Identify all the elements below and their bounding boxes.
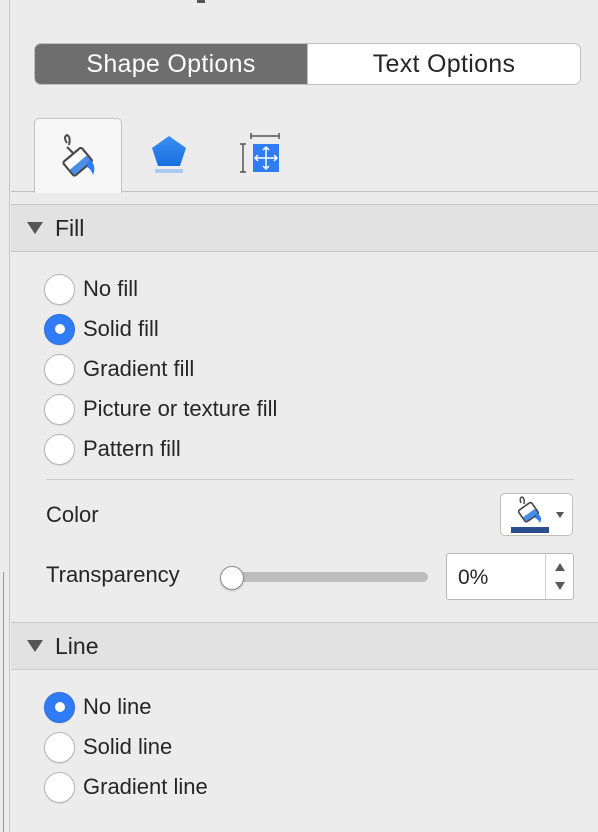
radio-no-line[interactable]: No line [44,691,151,723]
fill-section-header[interactable]: Fill [11,204,598,252]
radio-button[interactable] [44,353,75,385]
radio-label: Pattern fill [83,436,181,461]
radio-label: Picture or texture fill [83,396,278,421]
format-shape-pane: Shape Options Text Options Fill No fill … [11,0,598,832]
radio-label: Gradient fill [83,356,195,381]
edge-divider [3,572,4,832]
radio-picture-texture-fill[interactable]: Picture or texture fill [44,393,277,425]
paint-bucket-icon [511,495,549,533]
fill-color-picker[interactable] [500,493,573,536]
radio-label: No line [83,694,152,719]
radio-gradient-line[interactable]: Gradient line [44,771,208,803]
radio-label: Solid line [83,734,173,759]
section-divider [46,479,574,480]
transparency-stepper[interactable]: 0% [446,553,574,600]
radio-gradient-fill[interactable]: Gradient fill [44,353,194,385]
color-swatch [511,526,549,533]
chevron-down-icon [556,512,564,518]
radio-button[interactable] [44,313,75,345]
left-edge-strip [0,0,10,832]
tab-fill-line[interactable] [34,118,122,193]
color-label: Color [46,502,99,527]
increment-arrow-icon[interactable] [555,563,565,571]
radio-solid-fill[interactable]: Solid fill [44,313,159,345]
line-section-header[interactable]: Line [11,622,598,670]
clipped-title-fragment [197,0,205,3]
fill-section-title: Fill [55,214,85,241]
shape-options-icon-tabs [11,118,598,193]
paint-bucket-icon [62,133,95,177]
size-position-icon [240,133,280,173]
stepper-arrows[interactable] [545,554,573,599]
disclosure-triangle-icon [27,222,43,234]
disclosure-triangle-icon [27,640,43,652]
options-segmented-control: Shape Options Text Options [34,43,581,85]
transparency-label: Transparency [46,562,180,587]
pentagon-icon [152,136,186,173]
tab-text-options[interactable]: Text Options [307,44,580,84]
radio-no-fill[interactable]: No fill [44,273,138,305]
radio-label: No fill [83,276,139,301]
tab-shape-options[interactable]: Shape Options [35,44,307,84]
tab-size-properties[interactable] [216,118,304,192]
radio-button[interactable] [44,393,75,425]
line-section-title: Line [55,632,99,659]
transparency-slider-thumb[interactable] [220,566,244,590]
radio-label: Solid fill [83,316,159,341]
decrement-arrow-icon[interactable] [555,582,565,590]
radio-label: Gradient line [83,774,208,799]
transparency-slider-track[interactable] [221,572,428,582]
radio-button[interactable] [44,691,75,723]
radio-button[interactable] [44,771,75,803]
radio-button[interactable] [44,731,75,763]
radio-button[interactable] [44,273,75,305]
radio-solid-line[interactable]: Solid line [44,731,172,763]
transparency-value[interactable]: 0% [458,566,488,590]
radio-button[interactable] [44,433,75,465]
radio-pattern-fill[interactable]: Pattern fill [44,433,181,465]
tab-effects[interactable] [125,118,213,192]
